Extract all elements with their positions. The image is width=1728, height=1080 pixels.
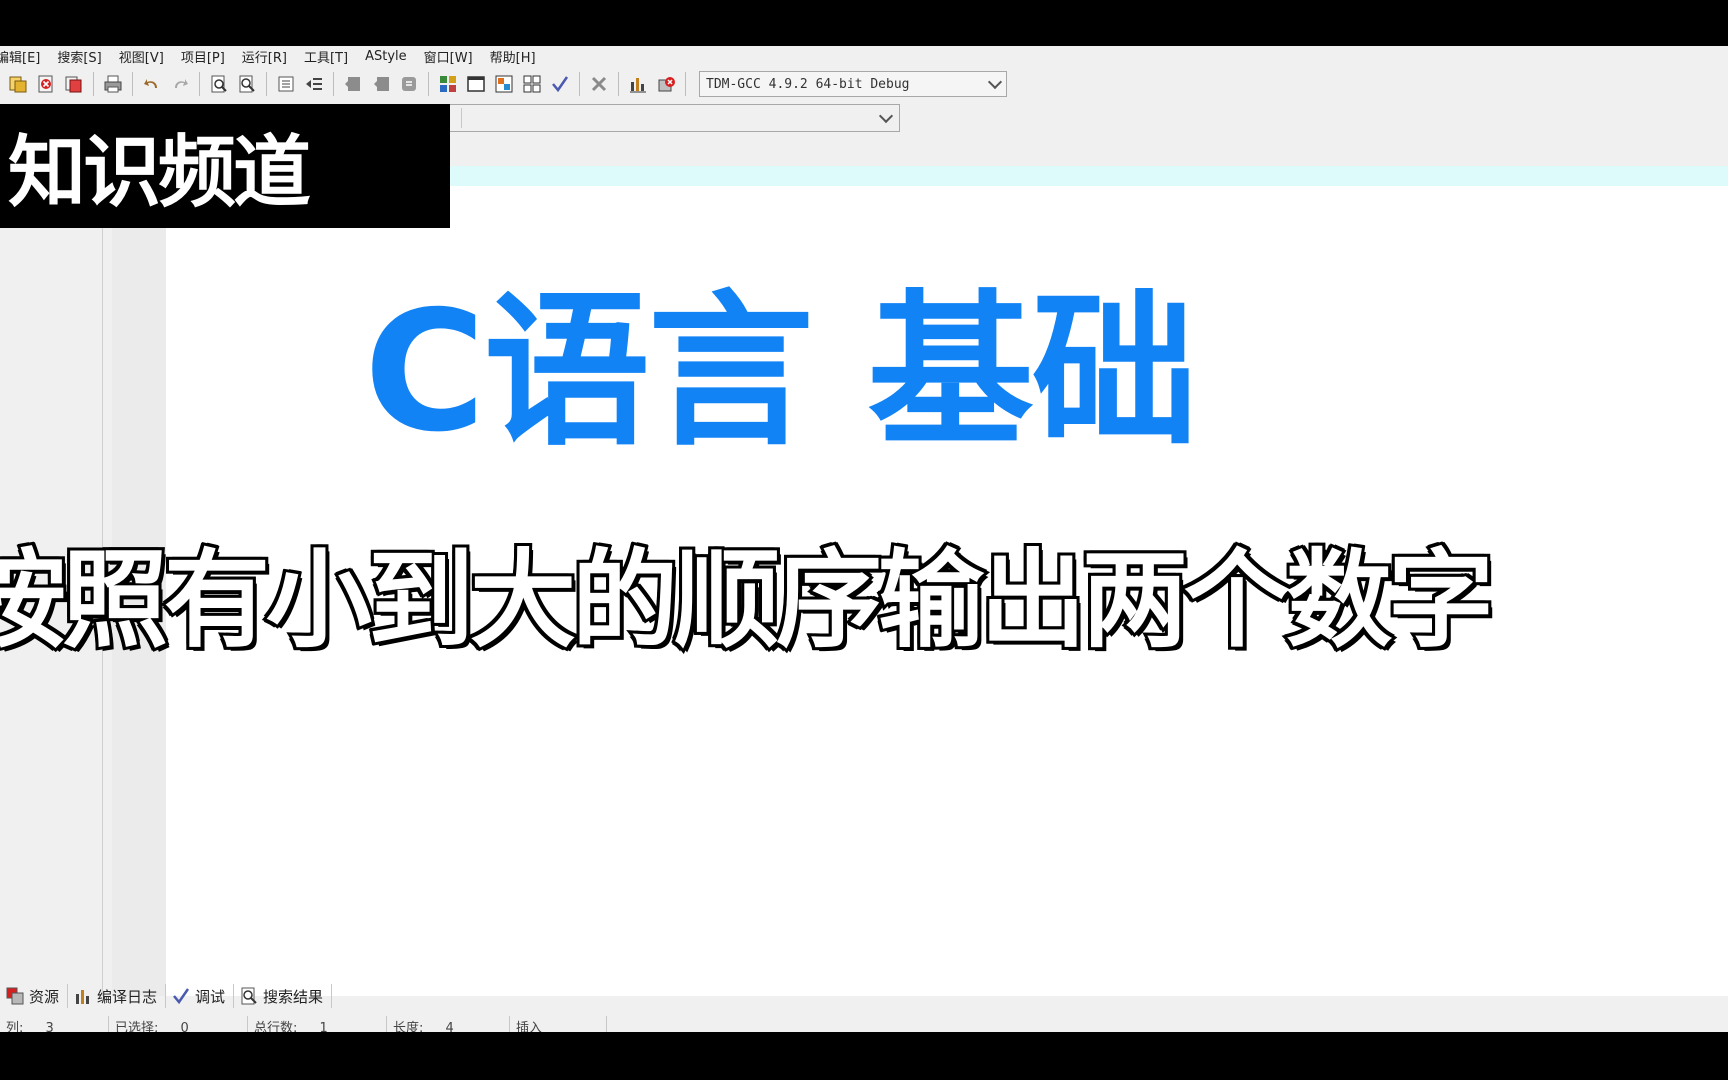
compiler-select[interactable]: TDM-GCC 4.9.2 64-bit Debug xyxy=(699,71,1007,97)
letterbox-top xyxy=(0,0,1728,46)
menu-search[interactable]: 搜索[S] xyxy=(49,47,110,66)
video-headline: C语言 基础 xyxy=(364,276,1198,469)
status-length-label: 长度: xyxy=(393,1021,424,1032)
status-length: 长度: 4 xyxy=(387,1016,510,1032)
menu-project[interactable]: 项目[P] xyxy=(173,47,234,66)
layout-icon[interactable] xyxy=(520,72,544,96)
menu-edit[interactable]: 编辑[E] xyxy=(0,47,49,66)
tab-resources-label: 资源 xyxy=(29,987,60,1006)
tab-compile-log[interactable]: 编译日志 xyxy=(68,984,167,1008)
bottom-tabs: 资源 编译日志 调试 搜索结果 xyxy=(0,982,333,1010)
status-column: 列: 3 xyxy=(0,1016,109,1032)
find-replace-icon[interactable] xyxy=(235,72,259,96)
class-browser-select[interactable] xyxy=(436,104,900,132)
forward-icon[interactable] xyxy=(369,72,393,96)
menu-help[interactable]: 帮助[H] xyxy=(482,47,545,66)
menu-view[interactable]: 视图[V] xyxy=(111,47,173,66)
status-selection-label: 已选择: xyxy=(115,1021,159,1032)
find-icon[interactable] xyxy=(207,72,231,96)
toolbar-separator xyxy=(618,72,619,96)
menubar: 编辑[E] 搜索[S] 视图[V] 项目[P] 运行[R] 工具[T] ASty… xyxy=(0,46,1728,66)
chart-icon[interactable] xyxy=(626,72,650,96)
tab-debug-label: 调试 xyxy=(195,987,226,1006)
tab-search-results[interactable]: 搜索结果 xyxy=(234,984,333,1008)
debug-check-icon xyxy=(173,988,190,1005)
tab-resources[interactable]: 资源 xyxy=(0,984,69,1008)
toolbar-separator xyxy=(333,72,334,96)
main-toolbar: TDM-GCC 4.9.2 64-bit Debug xyxy=(0,68,1007,100)
channel-badge: 知识频道 xyxy=(0,104,450,228)
debug-stop-icon[interactable] xyxy=(654,72,678,96)
toolbar-separator xyxy=(428,72,429,96)
close-all-icon[interactable] xyxy=(62,72,86,96)
delete-icon[interactable] xyxy=(587,72,611,96)
status-mode: 插入 xyxy=(510,1016,607,1032)
menu-astyle[interactable]: AStyle xyxy=(357,49,416,64)
resources-icon xyxy=(6,987,24,1005)
status-length-value: 4 xyxy=(445,1021,454,1032)
print-icon[interactable] xyxy=(101,72,125,96)
tab-search-results-label: 搜索结果 xyxy=(263,987,324,1006)
menu-tools[interactable]: 工具[T] xyxy=(296,47,357,66)
tab-debug[interactable]: 调试 xyxy=(166,984,235,1008)
video-subtitle: 按照有小到大的顺序输出两个数字 xyxy=(0,539,1497,662)
search-results-icon xyxy=(241,987,257,1005)
status-lines-label: 总行数: xyxy=(254,1021,298,1032)
compile-log-icon xyxy=(76,990,90,1004)
toolbar-separator xyxy=(199,72,200,96)
letterbox-bottom xyxy=(0,1032,1728,1080)
status-lines: 总行数: 1 xyxy=(248,1016,387,1032)
undo-icon[interactable] xyxy=(140,72,164,96)
status-selection-value: 0 xyxy=(180,1021,189,1032)
chevron-down-icon xyxy=(878,108,894,123)
unindent-icon[interactable] xyxy=(302,72,326,96)
toolbar-separator xyxy=(579,72,580,96)
channel-name: 知识频道 xyxy=(8,128,311,218)
compiler-select-value: TDM-GCC 4.9.2 64-bit Debug xyxy=(706,76,910,92)
close-icon[interactable] xyxy=(34,72,58,96)
toolbar-separator xyxy=(685,72,686,96)
status-lines-value: 1 xyxy=(319,1021,328,1032)
window-icon[interactable] xyxy=(464,72,488,96)
toolbar-separator xyxy=(266,72,267,96)
color-icon[interactable] xyxy=(492,72,516,96)
statusbar: 列: 3 已选择: 0 总行数: 1 长度: 4 插入 xyxy=(0,1012,1728,1032)
project-view-icon[interactable] xyxy=(436,72,460,96)
new-project-icon[interactable] xyxy=(6,72,30,96)
redo-icon[interactable] xyxy=(168,72,192,96)
chevron-down-icon xyxy=(987,74,1003,89)
tab-compile-log-label: 编译日志 xyxy=(97,987,158,1006)
back-icon[interactable] xyxy=(341,72,365,96)
check-icon[interactable] xyxy=(548,72,572,96)
indent-icon[interactable] xyxy=(274,72,298,96)
status-column-label: 列: xyxy=(6,1021,24,1032)
status-selection: 已选择: 0 xyxy=(109,1016,248,1032)
status-mode-value: 插入 xyxy=(516,1021,543,1032)
menu-run[interactable]: 运行[R] xyxy=(234,47,296,66)
toolbar-separator xyxy=(132,72,133,96)
menu-window[interactable]: 窗口[W] xyxy=(416,47,482,66)
toolbar-separator xyxy=(93,72,94,96)
status-column-value: 3 xyxy=(45,1021,54,1032)
bookmark-icon[interactable] xyxy=(397,72,421,96)
